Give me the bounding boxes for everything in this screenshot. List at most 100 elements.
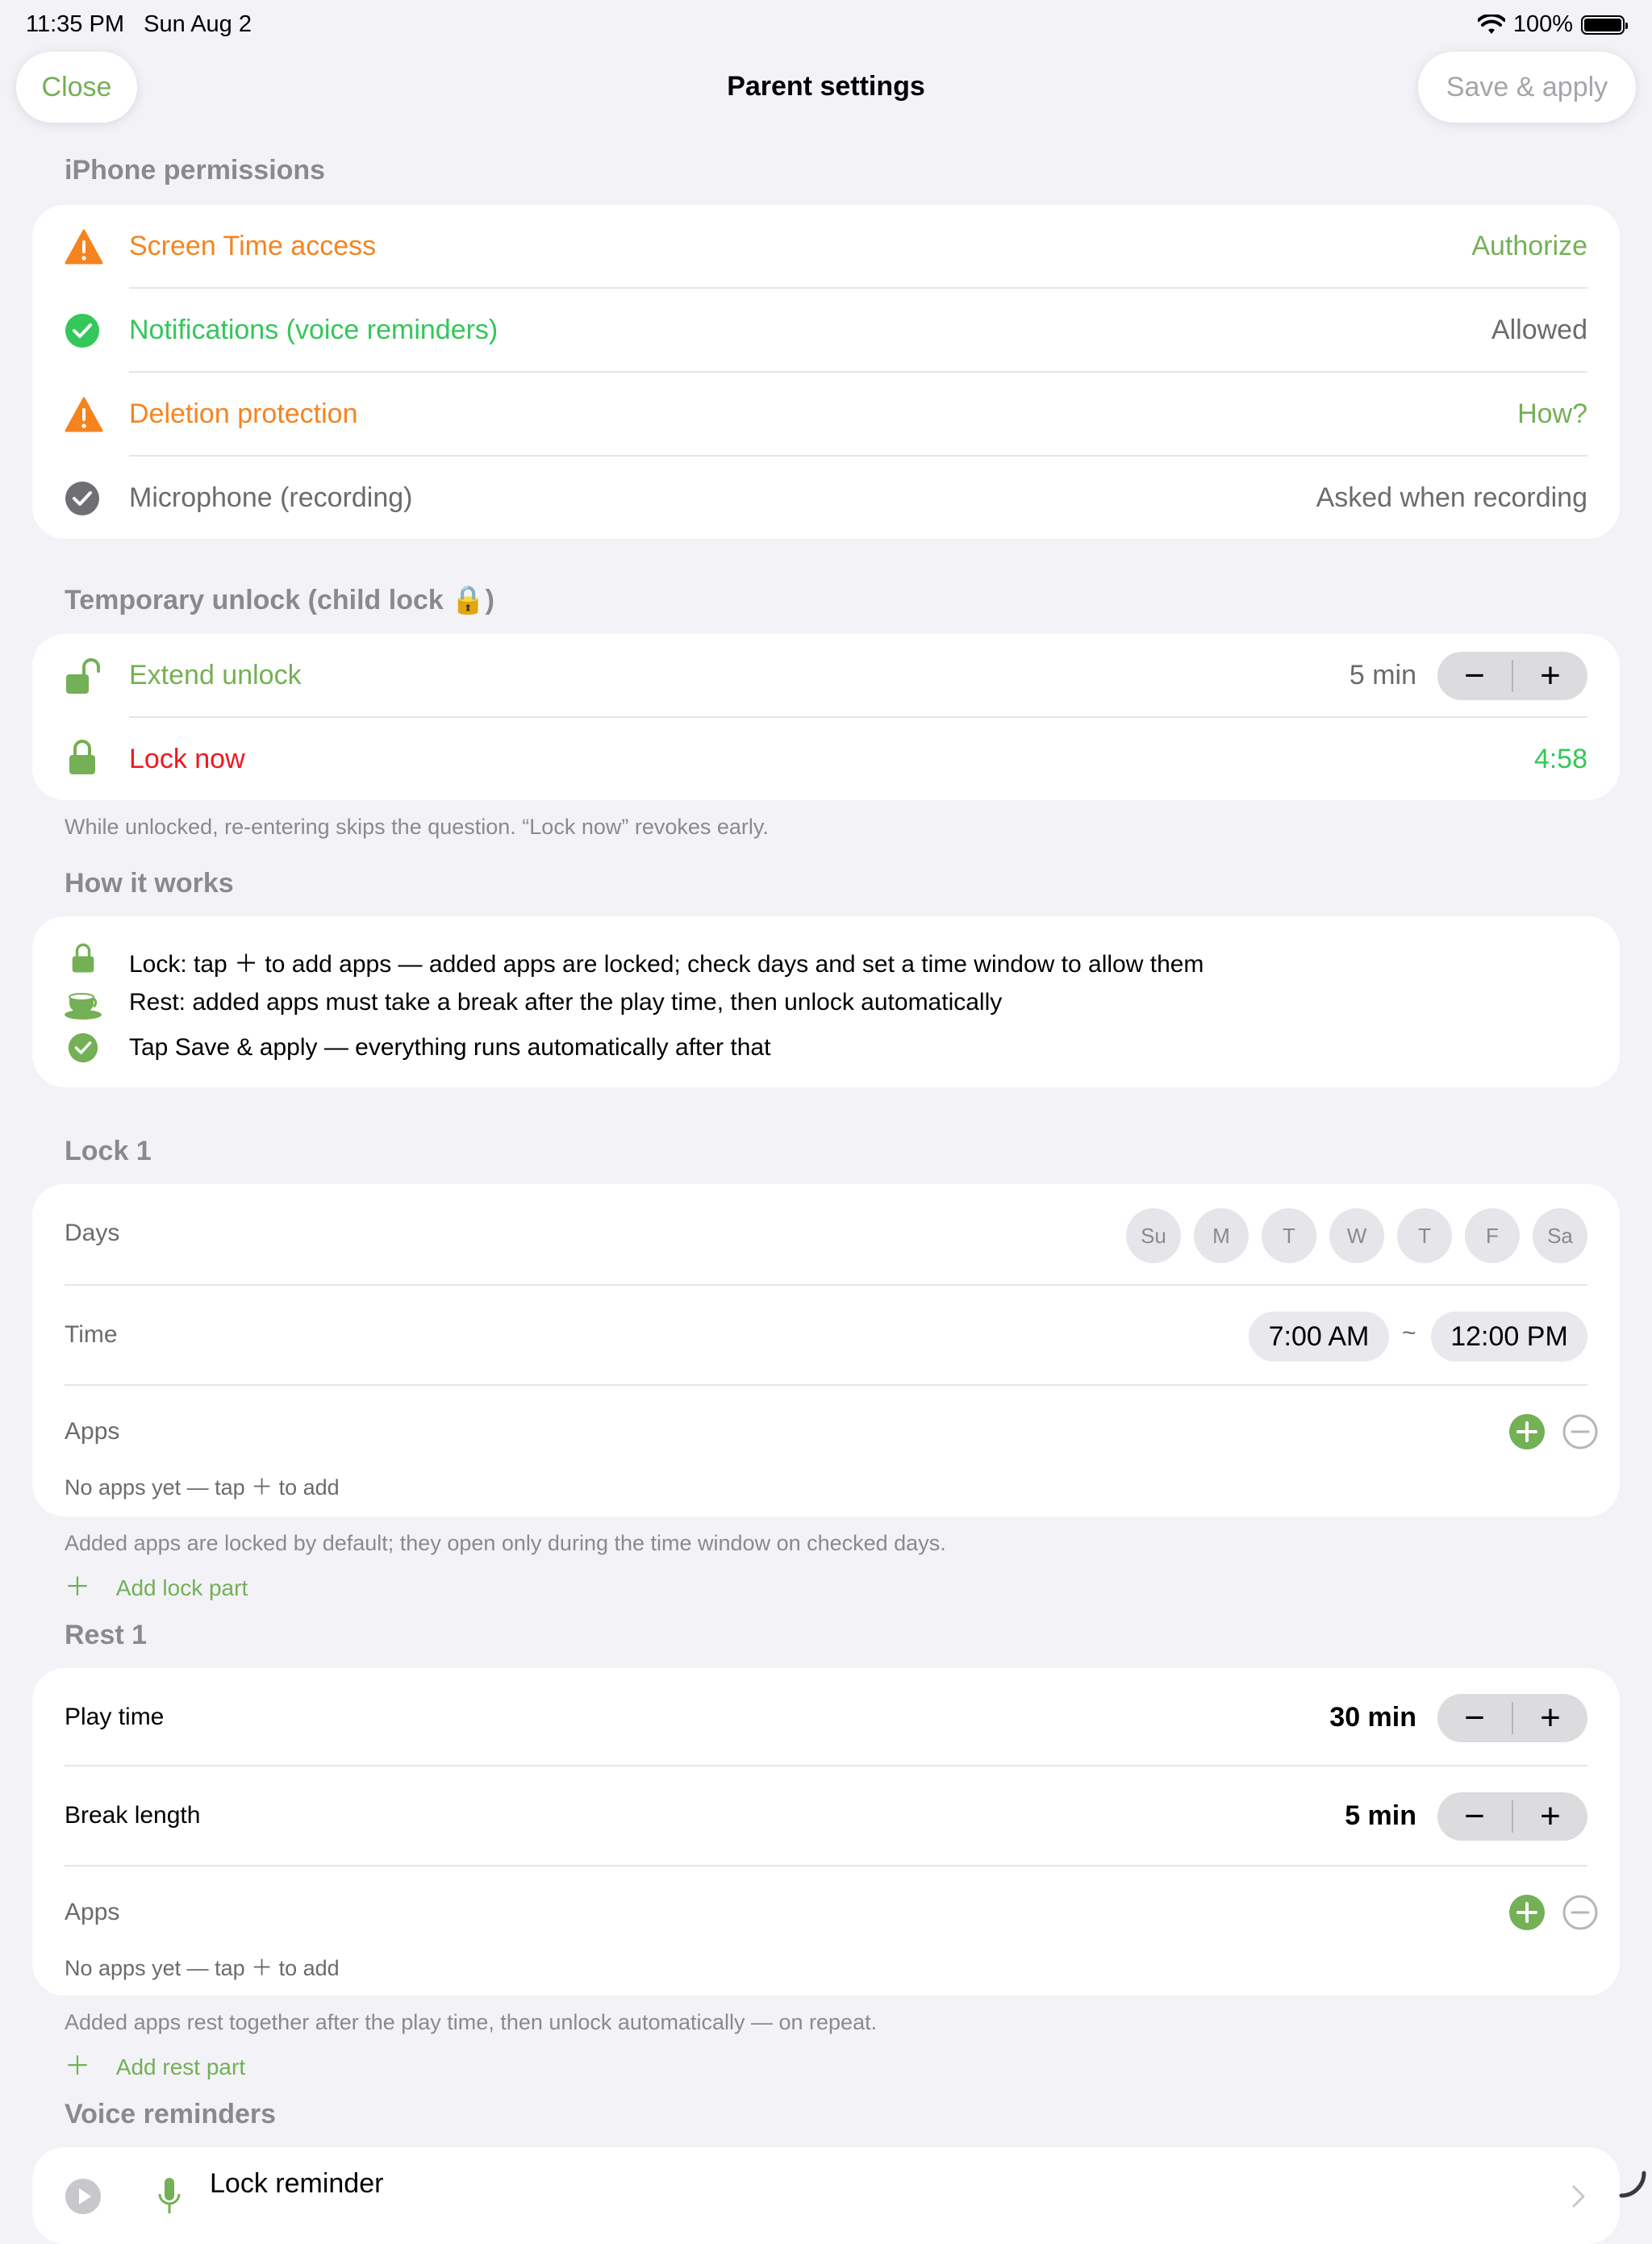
battery-icon (1581, 15, 1628, 35)
decrement-button[interactable]: − (1437, 652, 1512, 700)
day-toggle-saturday[interactable]: Sa (1533, 1208, 1587, 1263)
minus-circle-icon[interactable] (1562, 1413, 1599, 1450)
lock-now-row[interactable]: Lock now 4:58 (32, 718, 1620, 800)
apps-label: Apps (65, 1899, 120, 1925)
lock1-header: Lock 1 (65, 1136, 152, 1166)
rest1-footnote: Added apps rest together after the play … (65, 2010, 878, 2034)
plus-circle-icon[interactable] (1508, 1413, 1546, 1450)
save-apply-button[interactable]: Save & apply (1418, 52, 1636, 123)
apps-empty-text: No apps yet — tap ＋ to add (65, 1475, 340, 1499)
status-time: 11:35 PM Sun Aug 2 (26, 11, 252, 37)
permission-row-screen-time[interactable]: Screen Time access Authorize (32, 205, 1620, 289)
play-icon[interactable] (65, 2178, 102, 2215)
add-rest-part-button[interactable]: ＋ Add rest part (65, 2046, 245, 2083)
permission-label: Deletion protection (129, 398, 358, 429)
break-length-label: Break length (65, 1802, 201, 1829)
unlock-countdown: 4:58 (1533, 744, 1587, 774)
warning-triangle-icon (65, 229, 103, 265)
increment-button[interactable]: + (1513, 652, 1587, 700)
days-row: Days Su M T W T F Sa (32, 1184, 1620, 1286)
increment-button[interactable]: + (1513, 1694, 1587, 1742)
day-toggle-tuesday[interactable]: T (1262, 1208, 1316, 1263)
start-time-picker[interactable]: 7:00 AM (1249, 1312, 1389, 1362)
permission-row-microphone[interactable]: Microphone (recording) Asked when record… (32, 457, 1620, 539)
extend-unlock-label: Extend unlock (129, 660, 302, 690)
day-toggle-thursday[interactable]: T (1397, 1208, 1452, 1263)
wifi-icon (1477, 14, 1505, 34)
day-toggle-sunday[interactable]: Su (1126, 1208, 1181, 1263)
lock-icon (72, 943, 94, 973)
how-card: Lock: tap ＋ to add apps — added apps are… (32, 916, 1620, 1087)
increment-button[interactable]: + (1513, 1792, 1587, 1841)
rest-apps-row: Apps No apps yet — tap ＋ to add (32, 1867, 1620, 1996)
play-time-stepper: − + (1437, 1694, 1587, 1742)
apps-row: Apps No apps yet — tap ＋ to add (32, 1386, 1620, 1516)
apps-empty-text: No apps yet — tap ＋ to add (65, 1956, 340, 1980)
permission-row-notifications[interactable]: Notifications (voice reminders) Allowed (32, 289, 1620, 373)
temp-unlock-footnote: While unlocked, re-entering skips the qu… (65, 815, 769, 839)
battery-percent: 100% (1512, 11, 1573, 37)
rest1-card: Play time 30 min − + Break length 5 min … (32, 1668, 1620, 1996)
extend-unlock-row: Extend unlock 5 min − + (32, 634, 1620, 718)
how-line-rest: Rest: added apps must take a break after… (129, 989, 1003, 1016)
add-lock-part-label: Add lock part (115, 1575, 248, 1600)
rest1-header: Rest 1 (65, 1620, 148, 1650)
check-circle-icon (65, 314, 99, 348)
extend-unlock-value: 5 min (1349, 660, 1416, 690)
time-row: Time 7:00 AM ~ 12:00 PM (32, 1286, 1620, 1386)
lock1-card: Days Su M T W T F Sa Time 7:00 AM ~ 12:0… (32, 1184, 1620, 1516)
add-lock-part-button[interactable]: ＋ Add lock part (65, 1566, 248, 1604)
chevron-right-icon (1572, 2185, 1585, 2208)
days-label: Days (65, 1220, 120, 1246)
break-length-value: 5 min (1345, 1800, 1416, 1831)
authorize-link[interactable]: Authorize (1471, 231, 1587, 262)
decrement-button[interactable]: − (1437, 1694, 1512, 1742)
permission-status: Allowed (1491, 315, 1587, 345)
voice-header: Voice reminders (65, 2099, 277, 2129)
how-line-save: Tap Save & apply — everything runs autom… (129, 1034, 771, 1061)
decrement-button[interactable]: − (1437, 1792, 1512, 1841)
lock1-footnote: Added apps are locked by default; they o… (65, 1531, 946, 1555)
status-bar: 11:35 PM Sun Aug 2 100% (0, 11, 1652, 44)
permission-status: Asked when recording (1316, 482, 1587, 513)
how-line-lock: Lock: tap ＋ to add apps — added apps are… (129, 951, 1204, 978)
temp-unlock-card: Extend unlock 5 min − + Lock now 4:58 (32, 634, 1620, 800)
lock-reminder-label: Lock reminder (210, 2168, 384, 2199)
temp-unlock-header: Temporary unlock (child lock 🔒) (65, 585, 494, 615)
plus-icon: ＋ (65, 2051, 91, 2080)
lock-now-button[interactable]: Lock now (129, 744, 245, 775)
warning-triangle-icon (65, 397, 103, 432)
lock-reminder-row[interactable]: Lock reminder (32, 2147, 1620, 2244)
check-circle-icon (65, 482, 99, 515)
time-separator: ~ (1402, 1320, 1416, 1346)
break-length-row: Break length 5 min − + (32, 1766, 1620, 1867)
play-time-label: Play time (65, 1704, 165, 1730)
teacup-icon (65, 993, 102, 1020)
permission-label: Microphone (recording) (129, 482, 413, 513)
permission-label: Screen Time access (129, 231, 377, 261)
day-toggle-friday[interactable]: F (1465, 1208, 1520, 1263)
plus-circle-icon[interactable] (1508, 1894, 1546, 1931)
end-time-picker[interactable]: 12:00 PM (1431, 1312, 1587, 1362)
minus-circle-icon[interactable] (1562, 1894, 1599, 1931)
permission-label: Notifications (voice reminders) (129, 315, 499, 345)
resize-handle-icon[interactable] (1618, 2170, 1647, 2199)
how-link[interactable]: How? (1517, 398, 1587, 430)
status-right: 100% (1477, 11, 1628, 38)
add-rest-part-label: Add rest part (115, 2054, 246, 2079)
time-label: Time (65, 1321, 118, 1348)
check-circle-icon (68, 1032, 98, 1063)
microphone-icon (158, 2178, 181, 2213)
lock-icon (69, 740, 95, 774)
plus-icon: ＋ (65, 1572, 91, 1601)
voice-card: Lock reminder (32, 2147, 1620, 2244)
day-toggle-monday[interactable]: M (1194, 1208, 1249, 1263)
permissions-card: Screen Time access Authorize Notificatio… (32, 205, 1620, 539)
unlock-icon (66, 658, 100, 694)
permissions-header: iPhone permissions (65, 155, 326, 186)
play-time-value: 30 min (1329, 1702, 1416, 1733)
how-header: How it works (65, 868, 234, 899)
permission-row-deletion[interactable]: Deletion protection How? (32, 373, 1620, 457)
play-time-row: Play time 30 min − + (32, 1668, 1620, 1766)
day-toggle-wednesday[interactable]: W (1329, 1208, 1384, 1263)
